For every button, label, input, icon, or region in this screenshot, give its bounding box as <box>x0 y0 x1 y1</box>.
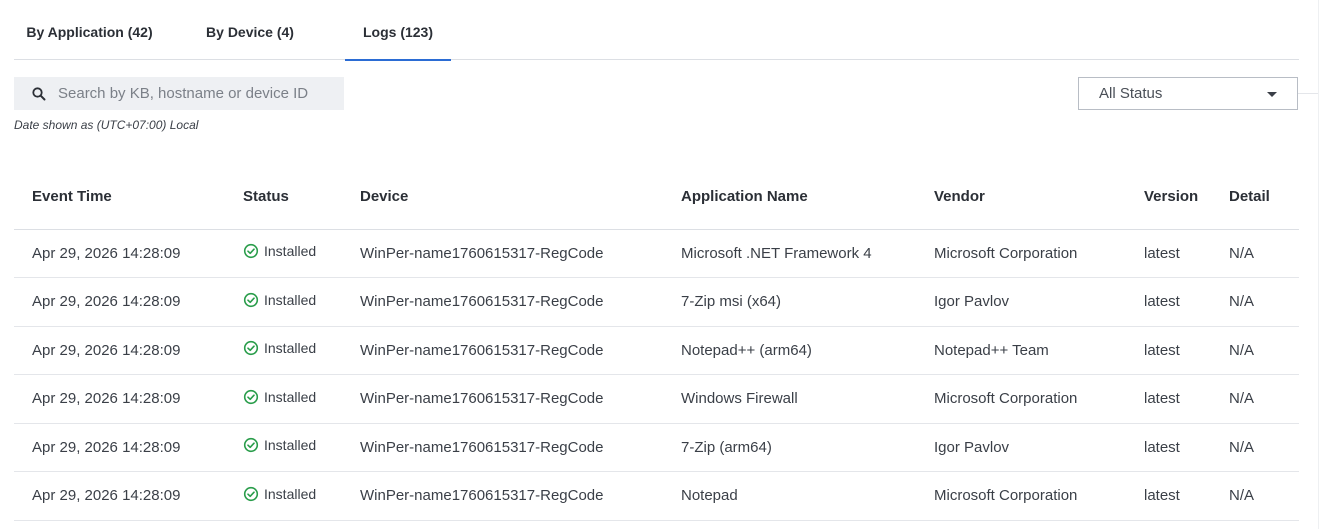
chevron-down-icon <box>1267 92 1277 97</box>
date-format-note: Date shown as (UTC+07:00) Local <box>14 118 199 132</box>
check-circle-icon <box>243 389 259 404</box>
status-badge: Installed <box>243 486 316 502</box>
cell-application-name: 7-Zip msi (x64) <box>681 277 934 327</box>
cell-device: WinPer-name1760615317-RegCode <box>360 423 681 472</box>
cell-detail: N/A <box>1229 374 1299 424</box>
cell-detail: N/A <box>1229 326 1299 375</box>
check-circle-icon <box>243 341 259 356</box>
column-header-event-time[interactable]: Event Time <box>14 164 243 230</box>
check-circle-icon <box>243 292 259 307</box>
cell-device: WinPer-name1760615317-RegCode <box>360 277 681 327</box>
search-input[interactable] <box>58 85 343 102</box>
table-row[interactable]: Apr 29, 2026 14:28:09 Installed WinPer-nam… <box>14 471 1299 521</box>
cell-status: Installed <box>243 277 360 327</box>
tab-by-device[interactable]: By Device (4) <box>190 0 310 60</box>
search-box[interactable] <box>14 77 344 110</box>
cell-version: latest <box>1144 277 1229 327</box>
cell-device: WinPer-name1760615317-RegCode <box>360 471 681 521</box>
tab-bar: By Application (42) By Device (4) Logs (… <box>14 0 1299 61</box>
cell-detail: N/A <box>1229 423 1299 472</box>
check-circle-icon <box>243 244 259 259</box>
cell-status: Installed <box>243 374 360 424</box>
cell-application-name: Notepad++ (arm64) <box>681 326 934 375</box>
cell-version: latest <box>1144 423 1229 472</box>
cell-version: latest <box>1144 326 1229 375</box>
cell-vendor: Microsoft Corporation <box>934 471 1144 521</box>
status-label: Installed <box>264 340 317 357</box>
cell-status: Installed <box>243 326 360 375</box>
status-label: Installed <box>264 388 317 405</box>
status-filter-dropdown[interactable]: All Status <box>1078 77 1298 110</box>
cell-version: latest <box>1144 471 1229 521</box>
table-row[interactable]: Apr 29, 2026 14:28:09 Installed WinPer-nam… <box>14 229 1299 278</box>
cell-vendor: Notepad++ Team <box>934 326 1144 375</box>
divider <box>1298 93 1319 94</box>
table-header-row: Event Time Status Device Application Nam… <box>14 164 1299 230</box>
cell-event-time: Apr 29, 2026 14:28:09 <box>14 277 243 327</box>
cell-device: WinPer-name1760615317-RegCode <box>360 326 681 375</box>
status-label: Installed <box>264 291 317 308</box>
column-header-application-name[interactable]: Application Name <box>681 164 934 230</box>
cell-event-time: Apr 29, 2026 14:28:09 <box>14 423 243 472</box>
cell-device: WinPer-name1760615317-RegCode <box>360 229 681 278</box>
cell-vendor: Microsoft Corporation <box>934 229 1144 278</box>
tab-by-application[interactable]: By Application (42) <box>14 0 165 60</box>
logs-table: Event Time Status Device Application Nam… <box>14 164 1299 521</box>
status-filter-value: All Status <box>1099 85 1163 102</box>
status-label: Installed <box>264 437 317 454</box>
table-row[interactable]: Apr 29, 2026 14:28:09 Installed WinPer-nam… <box>14 423 1299 472</box>
cell-status: Installed <box>243 471 360 521</box>
column-header-vendor[interactable]: Vendor <box>934 164 1144 230</box>
table-row[interactable]: Apr 29, 2026 14:28:09 Installed WinPer-nam… <box>14 277 1299 327</box>
cell-event-time: Apr 29, 2026 14:28:09 <box>14 471 243 521</box>
cell-event-time: Apr 29, 2026 14:28:09 <box>14 326 243 375</box>
cell-vendor: Igor Pavlov <box>934 423 1144 472</box>
status-label: Installed <box>264 243 317 260</box>
status-label: Installed <box>264 485 317 502</box>
column-header-version[interactable]: Version <box>1144 164 1229 230</box>
cell-application-name: Windows Firewall <box>681 374 934 424</box>
search-icon <box>32 86 46 100</box>
cell-detail: N/A <box>1229 471 1299 521</box>
column-header-detail[interactable]: Detail <box>1229 164 1299 230</box>
cell-version: latest <box>1144 374 1229 424</box>
table-row[interactable]: Apr 29, 2026 14:28:09 Installed WinPer-nam… <box>14 326 1299 375</box>
status-badge: Installed <box>243 292 316 308</box>
cell-event-time: Apr 29, 2026 14:28:09 <box>14 374 243 424</box>
cell-event-time: Apr 29, 2026 14:28:09 <box>14 229 243 278</box>
cell-version: latest <box>1144 229 1229 278</box>
cell-status: Installed <box>243 423 360 472</box>
cell-vendor: Igor Pavlov <box>934 277 1144 327</box>
column-header-device[interactable]: Device <box>360 164 681 230</box>
cell-vendor: Microsoft Corporation <box>934 374 1144 424</box>
status-badge: Installed <box>243 243 316 259</box>
check-circle-icon <box>243 438 259 453</box>
cell-detail: N/A <box>1229 229 1299 278</box>
cell-device: WinPer-name1760615317-RegCode <box>360 374 681 424</box>
cell-application-name: 7-Zip (arm64) <box>681 423 934 472</box>
cell-detail: N/A <box>1229 277 1299 327</box>
cell-application-name: Notepad <box>681 471 934 521</box>
column-header-status[interactable]: Status <box>243 164 360 230</box>
status-badge: Installed <box>243 340 316 356</box>
tab-logs[interactable]: Logs (123) <box>345 0 451 61</box>
status-badge: Installed <box>243 437 316 453</box>
check-circle-icon <box>243 486 259 501</box>
status-badge: Installed <box>243 389 316 405</box>
cell-status: Installed <box>243 229 360 278</box>
cell-application-name: Microsoft .NET Framework 4 <box>681 229 934 278</box>
table-row[interactable]: Apr 29, 2026 14:28:09 Installed WinPer-nam… <box>14 374 1299 424</box>
